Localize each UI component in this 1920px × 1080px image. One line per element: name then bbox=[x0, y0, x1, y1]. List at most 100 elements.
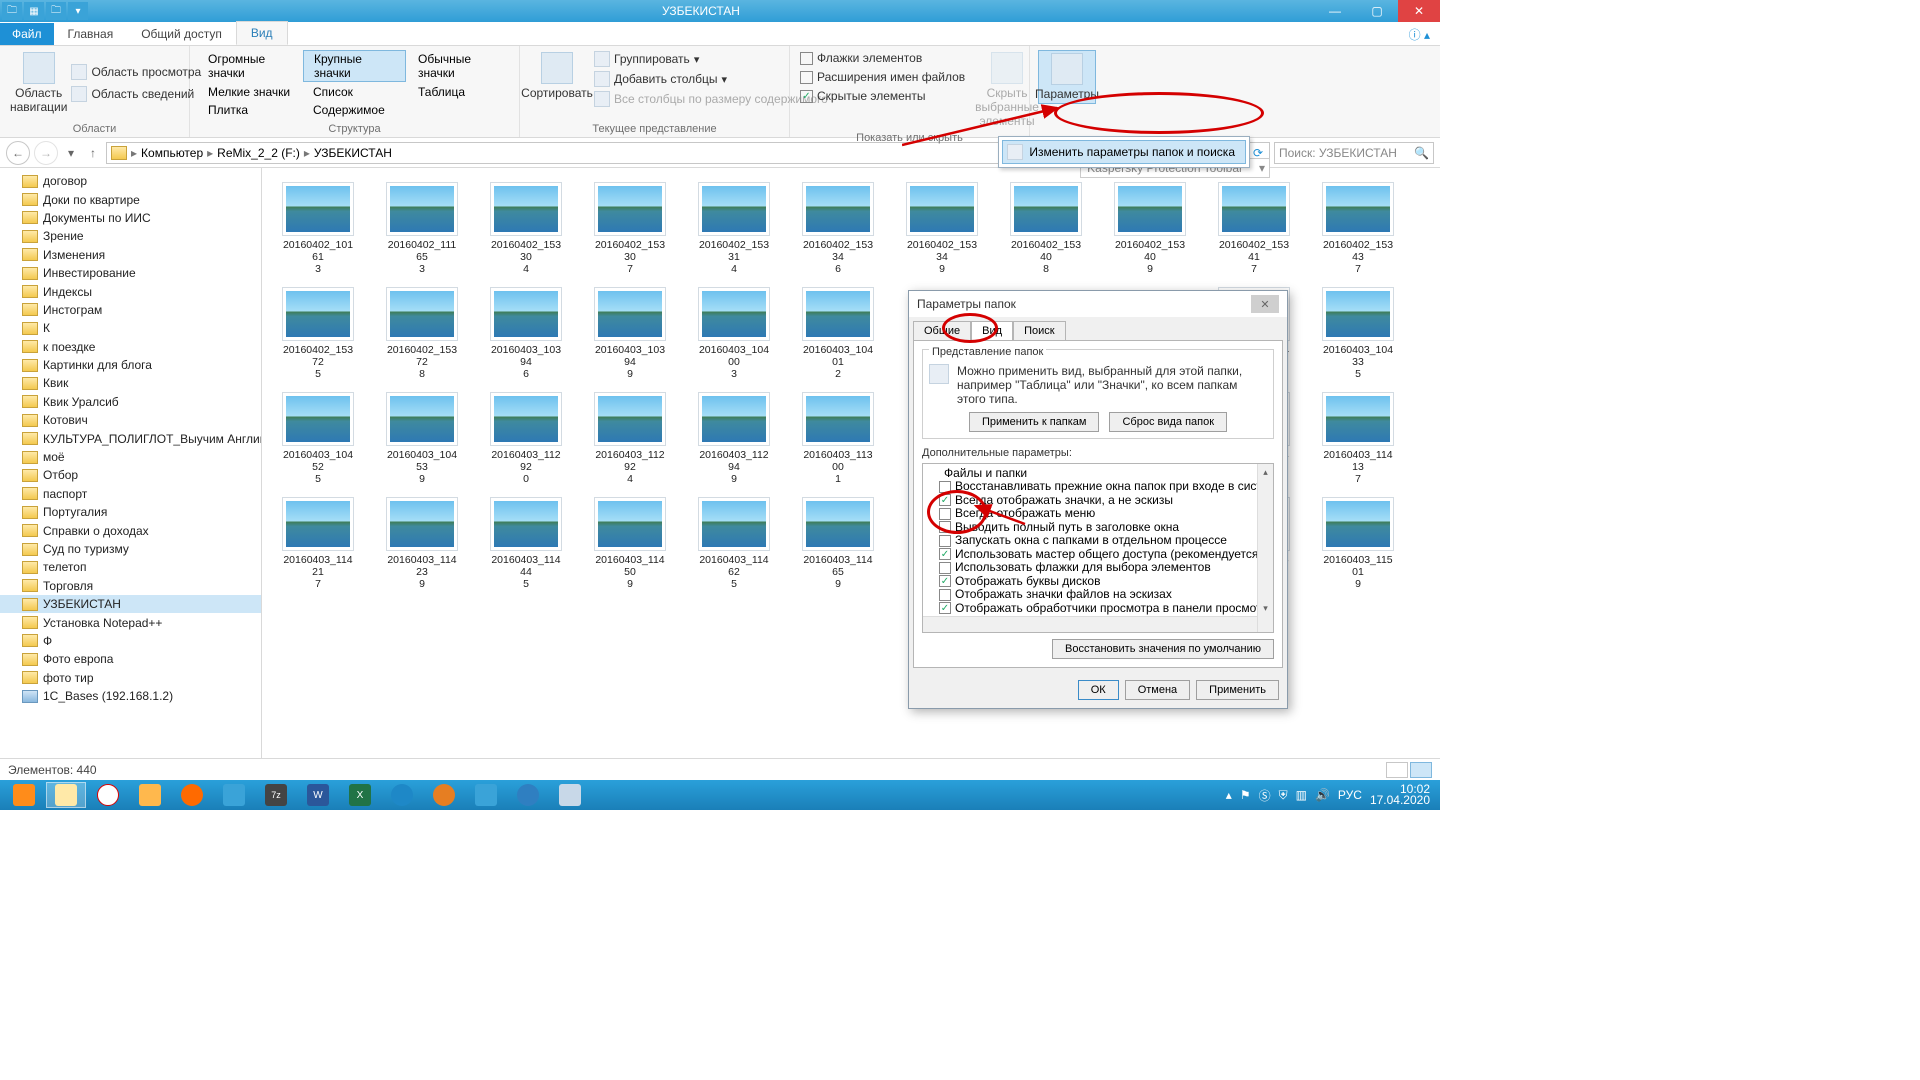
taskbar-app-11[interactable] bbox=[424, 782, 464, 808]
taskbar-yandex[interactable] bbox=[88, 782, 128, 808]
file-item[interactable]: 20160402_153307 bbox=[594, 182, 666, 275]
tree-node[interactable]: Документы по ИИС bbox=[0, 209, 261, 227]
tree-node[interactable]: Фото европа bbox=[0, 650, 261, 668]
dialog-apply-button[interactable]: Применить bbox=[1196, 680, 1279, 700]
maximize-button[interactable]: ▢ bbox=[1356, 0, 1398, 22]
tree-node[interactable]: Торговля bbox=[0, 577, 261, 595]
file-item[interactable]: 20160402_101613 bbox=[282, 182, 354, 275]
tree-node[interactable]: договор bbox=[0, 172, 261, 190]
layout-list[interactable]: Список bbox=[303, 84, 406, 100]
up-button[interactable]: ↑ bbox=[84, 144, 102, 162]
taskbar-excel[interactable]: X bbox=[340, 782, 380, 808]
file-item[interactable]: 20160402_153408 bbox=[1010, 182, 1082, 275]
file-item[interactable]: 20160402_153314 bbox=[698, 182, 770, 275]
reset-folders-button[interactable]: Сброс вида папок bbox=[1109, 412, 1227, 432]
tree-node[interactable]: УЗБЕКИСТАН bbox=[0, 595, 261, 613]
advanced-setting-item[interactable]: Запускать окна с папками в отдельном про… bbox=[925, 534, 1271, 548]
file-item[interactable]: 20160403_104539 bbox=[386, 392, 458, 485]
advanced-setting-item[interactable]: Использовать флажки для выбора элементов bbox=[925, 561, 1271, 575]
tree-node[interactable]: Квик Уралсиб bbox=[0, 393, 261, 411]
advanced-setting-item[interactable]: ✓Отображать буквы дисков bbox=[925, 575, 1271, 589]
file-item[interactable]: 20160403_112949 bbox=[698, 392, 770, 485]
advanced-settings-list[interactable]: Файлы и папки Восстанавливать прежние ок… bbox=[922, 463, 1274, 633]
file-item[interactable]: 20160402_153728 bbox=[386, 287, 458, 380]
file-item[interactable]: 20160403_114137 bbox=[1322, 392, 1394, 485]
file-item[interactable]: 20160403_112924 bbox=[594, 392, 666, 485]
tree-node[interactable]: 1C_Bases (192.168.1.2) bbox=[0, 687, 261, 705]
layout-tiles[interactable]: Плитка bbox=[198, 102, 301, 118]
tab-share[interactable]: Общий доступ bbox=[127, 23, 236, 45]
qat-folder-icon[interactable]: 🗀 bbox=[2, 2, 22, 20]
file-item[interactable]: 20160403_113001 bbox=[802, 392, 874, 485]
apply-to-folders-button[interactable]: Применить к папкам bbox=[969, 412, 1100, 432]
dialog-close-button[interactable]: ✕ bbox=[1251, 295, 1279, 313]
dialog-tab-search[interactable]: Поиск bbox=[1013, 321, 1065, 340]
file-item[interactable]: 20160402_153304 bbox=[490, 182, 562, 275]
tray-up-icon[interactable]: ▴ bbox=[1226, 788, 1232, 802]
file-item[interactable]: 20160402_153409 bbox=[1114, 182, 1186, 275]
taskbar-app-10[interactable] bbox=[382, 782, 422, 808]
file-item[interactable]: 20160402_153346 bbox=[802, 182, 874, 275]
details-view-button[interactable] bbox=[1386, 762, 1408, 778]
tree-node[interactable]: Суд по туризму bbox=[0, 540, 261, 558]
tree-node[interactable]: фото тир bbox=[0, 669, 261, 687]
sort-button[interactable]: Сортировать bbox=[528, 50, 586, 108]
tree-node[interactable]: Доки по квартире bbox=[0, 190, 261, 208]
minimize-button[interactable]: — bbox=[1314, 0, 1356, 22]
tree-node[interactable]: Картинки для блога bbox=[0, 356, 261, 374]
tree-node[interactable]: Квик bbox=[0, 374, 261, 392]
file-item[interactable]: 20160403_104525 bbox=[282, 392, 354, 485]
icons-view-button[interactable] bbox=[1410, 762, 1432, 778]
taskbar-calc[interactable] bbox=[550, 782, 590, 808]
tray-volume-icon[interactable]: 🔊 bbox=[1315, 788, 1330, 802]
details-pane-button[interactable]: Область сведений bbox=[69, 85, 203, 103]
taskbar-app-6[interactable] bbox=[214, 782, 254, 808]
close-button[interactable]: ✕ bbox=[1398, 0, 1440, 22]
qat-new-folder-icon[interactable]: 🗀 bbox=[46, 2, 66, 20]
file-item[interactable]: 20160403_103949 bbox=[594, 287, 666, 380]
taskbar-snip[interactable] bbox=[466, 782, 506, 808]
hidden-items-toggle[interactable]: ✓Скрытые элементы bbox=[798, 88, 967, 104]
tree-node[interactable]: Португалия bbox=[0, 503, 261, 521]
breadcrumb-folder[interactable]: УЗБЕКИСТАН bbox=[314, 146, 392, 160]
recent-locations-button[interactable]: ▾ bbox=[62, 144, 80, 162]
options-button[interactable]: Параметры bbox=[1038, 50, 1096, 104]
tree-node[interactable]: КУЛЬТУРА_ПОЛИГЛОТ_Выучим Англий bbox=[0, 429, 261, 447]
advanced-setting-item[interactable]: ✓Всегда отображать значки, а не эскизы bbox=[925, 494, 1271, 508]
search-input[interactable]: Поиск: УЗБЕКИСТАН🔍 bbox=[1274, 142, 1434, 164]
tray-network-icon[interactable]: ▥ bbox=[1296, 788, 1307, 802]
tree-node[interactable]: Справки о доходах bbox=[0, 521, 261, 539]
file-item[interactable]: 20160403_103946 bbox=[490, 287, 562, 380]
tree-node[interactable]: Инстограм bbox=[0, 301, 261, 319]
dialog-tab-view[interactable]: Вид bbox=[971, 321, 1013, 340]
file-extensions-toggle[interactable]: Расширения имен файлов bbox=[798, 69, 967, 85]
tab-file[interactable]: Файл bbox=[0, 23, 54, 45]
tree-node[interactable]: Установка Notepad++ bbox=[0, 613, 261, 631]
file-item[interactable]: 20160402_153417 bbox=[1218, 182, 1290, 275]
item-checkboxes-toggle[interactable]: Флажки элементов bbox=[798, 50, 967, 66]
tree-node[interactable]: Индексы bbox=[0, 282, 261, 300]
preview-pane-button[interactable]: Область просмотра bbox=[69, 63, 203, 81]
taskbar-7zip[interactable]: 7z bbox=[256, 782, 296, 808]
file-item[interactable]: 20160402_153725 bbox=[282, 287, 354, 380]
tray-clock[interactable]: 10:02 17.04.2020 bbox=[1370, 784, 1430, 806]
layout-small-icons[interactable]: Мелкие значки bbox=[198, 84, 301, 100]
file-item[interactable]: 20160403_104003 bbox=[698, 287, 770, 380]
file-item[interactable]: 20160402_111653 bbox=[386, 182, 458, 275]
tree-node[interactable]: Отбор bbox=[0, 466, 261, 484]
ribbon-collapse-icon[interactable]: ⓘ ▴ bbox=[1399, 24, 1440, 45]
tree-node[interactable]: К bbox=[0, 319, 261, 337]
navigation-pane-button[interactable]: Область навигации bbox=[8, 50, 69, 116]
layout-content[interactable]: Содержимое bbox=[303, 102, 406, 118]
taskbar-firefox[interactable] bbox=[172, 782, 212, 808]
tree-node[interactable]: моё bbox=[0, 448, 261, 466]
tree-node[interactable]: Инвестирование bbox=[0, 264, 261, 282]
change-folder-options-item[interactable]: Изменить параметры папок и поиска bbox=[1002, 140, 1246, 164]
advanced-setting-item[interactable]: ✓Использовать мастер общего доступа (рек… bbox=[925, 548, 1271, 562]
file-item[interactable]: 20160403_114239 bbox=[386, 497, 458, 590]
forward-button[interactable]: → bbox=[34, 141, 58, 165]
advanced-setting-item[interactable]: Восстанавливать прежние окна папок при в… bbox=[925, 480, 1271, 494]
tree-node[interactable]: Зрение bbox=[0, 227, 261, 245]
file-item[interactable]: 20160403_114445 bbox=[490, 497, 562, 590]
layout-medium-icons[interactable]: Обычные значки bbox=[408, 50, 511, 82]
